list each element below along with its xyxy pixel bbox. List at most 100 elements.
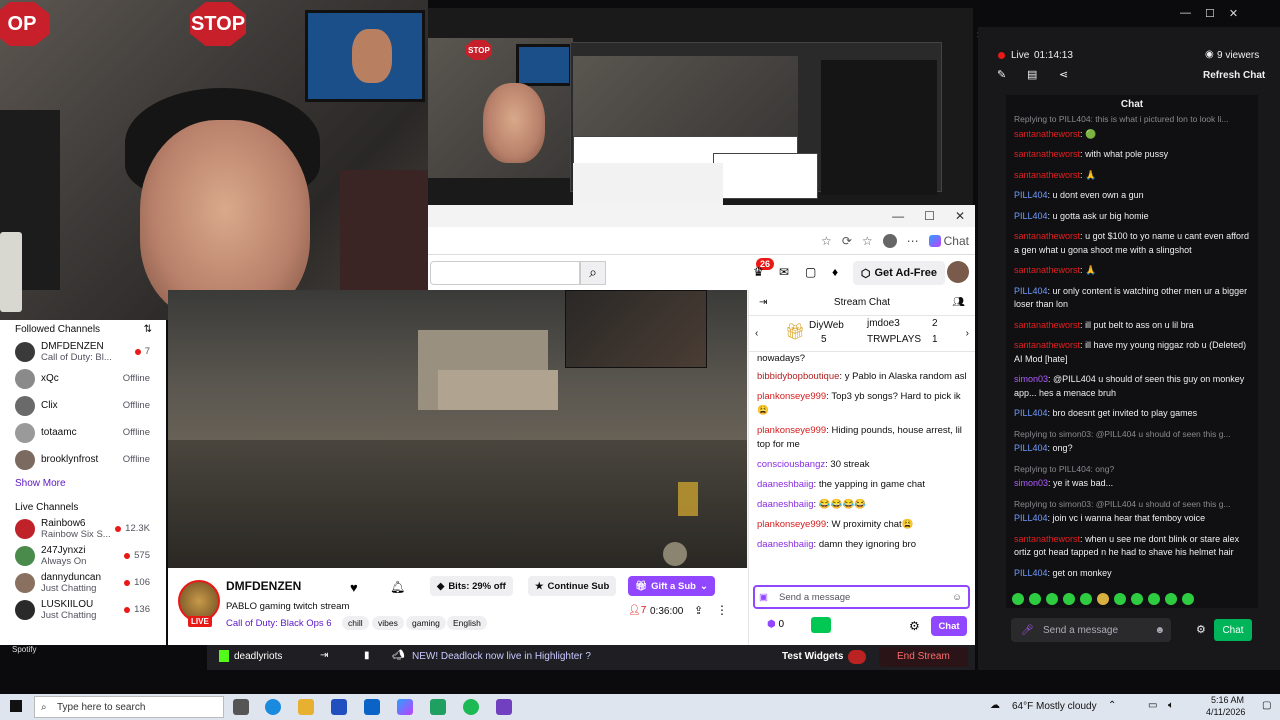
chevron-left-icon[interactable]: ‹: [755, 328, 758, 339]
sidebar-item-live-channel[interactable]: LUSKIILOU Just Chatting 136: [0, 596, 166, 623]
emoji-icon[interactable]: ☺: [952, 592, 962, 603]
collapse-chat-icon[interactable]: ⇥: [759, 297, 767, 308]
bell-icon[interactable]: 🔔︎: [390, 580, 405, 594]
folder-icon[interactable]: ▤: [1027, 68, 1037, 81]
copilot-icon[interactable]: [397, 699, 413, 715]
chat-username[interactable]: santanatheworst: [1014, 265, 1080, 275]
emote-icon[interactable]: [1182, 593, 1194, 605]
bits-button[interactable]: ◆ Bits: 29% off: [430, 576, 513, 596]
chat-username[interactable]: santanatheworst: [1014, 340, 1080, 350]
emote-icon[interactable]: [1063, 593, 1075, 605]
chat-send-button[interactable]: Chat: [1214, 619, 1252, 641]
edge-icon[interactable]: [265, 699, 281, 715]
app-icon[interactable]: [496, 699, 512, 715]
chat-username[interactable]: santanatheworst: [1014, 534, 1080, 544]
heart-icon[interactable]: ♥: [350, 580, 358, 595]
settings-icon[interactable]: ⚙: [909, 619, 920, 633]
sidebar-item-live-channel[interactable]: dannyduncan Just Chatting 106: [0, 569, 166, 596]
emote-icon[interactable]: [1029, 593, 1041, 605]
users-icon[interactable]: 👥︎: [952, 297, 965, 308]
chat-username[interactable]: santanatheworst: [1014, 170, 1080, 180]
sidebar-item-live-channel[interactable]: 247Jynxzi Always On 575: [0, 542, 166, 569]
volume-icon[interactable]: 🔈︎: [1168, 700, 1174, 711]
user-avatar[interactable]: [947, 261, 969, 283]
chat-username[interactable]: PILL404: [1014, 211, 1048, 221]
profile-icon[interactable]: [882, 233, 897, 248]
emote-icon[interactable]: [1080, 593, 1092, 605]
file-explorer-icon[interactable]: [298, 699, 314, 715]
chat-username[interactable]: plankonseye999: [757, 519, 826, 530]
more-icon[interactable]: ⋯: [907, 234, 919, 248]
chat-username[interactable]: consciousbangz: [757, 459, 825, 470]
chat-input[interactable]: 🎤︎ Send a message ☻: [1011, 618, 1171, 642]
star-icon[interactable]: ☆: [821, 234, 832, 248]
sidebar-item-live-channel[interactable]: Rainbow6 Rainbow Six S... 12.3K: [0, 515, 166, 542]
emote-icon[interactable]: [1097, 593, 1109, 605]
tag-vibes[interactable]: vibes: [372, 616, 404, 630]
task-view-icon[interactable]: [233, 699, 249, 715]
inbox-icon[interactable]: ✉: [779, 265, 789, 279]
channel-name[interactable]: DMFDENZEN: [226, 579, 301, 593]
chat-username[interactable]: simon03: [1014, 478, 1048, 488]
favorites-icon[interactable]: ☆: [862, 234, 873, 248]
streamer-name[interactable]: deadlyriots: [234, 651, 282, 662]
weather-text[interactable]: 64°F Mostly cloudy: [1012, 701, 1097, 712]
tag-gaming[interactable]: gaming: [406, 616, 446, 630]
minimize-icon[interactable]: —: [1180, 7, 1191, 20]
emote-icon[interactable]: [1148, 593, 1160, 605]
continue-sub-button[interactable]: ★ Continue Sub: [528, 576, 617, 596]
chat-input[interactable]: ▣ Send a message ☺: [753, 585, 970, 609]
search-icon[interactable]: ⌕: [580, 260, 606, 285]
sidebar-item-followed-channel[interactable]: totaamc Offline: [0, 419, 166, 446]
sidebar-item-followed-channel[interactable]: Clix Offline: [0, 392, 166, 419]
emote-icon[interactable]: [1165, 593, 1177, 605]
show-more-link[interactable]: Show More: [0, 473, 166, 494]
chat-username[interactable]: santanatheworst: [1014, 129, 1080, 139]
more-options-icon[interactable]: ⋮: [716, 603, 728, 617]
address-bar[interactable]: ☆ ⟳ ☆ ⋯ Chat: [428, 227, 975, 255]
search-input[interactable]: [430, 260, 580, 285]
edit-icon[interactable]: ✎: [997, 68, 1006, 81]
emote-icon[interactable]: [1131, 593, 1143, 605]
channel-points[interactable]: ⬢ 0: [767, 619, 784, 630]
tag-english[interactable]: English: [447, 616, 487, 630]
chat-username[interactable]: plankonseye999: [757, 391, 826, 402]
copilot-chat-button[interactable]: Chat: [928, 234, 969, 248]
chat-send-button[interactable]: Chat: [931, 616, 967, 636]
chat-username[interactable]: PILL404: [1014, 190, 1048, 200]
chat-username[interactable]: PILL404: [1014, 443, 1048, 453]
emote-picker-icon[interactable]: ▣: [759, 592, 768, 603]
chat-username[interactable]: santanatheworst: [1014, 231, 1080, 241]
popout-icon[interactable]: ⇥: [320, 650, 328, 661]
notification-icon[interactable]: ▢: [1262, 700, 1271, 711]
clock-time[interactable]: 5:16 AM: [1211, 695, 1244, 705]
stats-icon[interactable]: ▮: [364, 650, 370, 661]
emote-icon[interactable]: [1046, 593, 1058, 605]
maximize-icon[interactable]: ☐: [1205, 7, 1215, 20]
whispers-icon[interactable]: ▢: [805, 265, 816, 279]
test-widgets-button[interactable]: Test Widgets: [782, 651, 843, 662]
end-stream-button[interactable]: End Stream: [879, 647, 968, 667]
chat-username[interactable]: simon03: [1014, 374, 1048, 384]
record-icon[interactable]: [848, 650, 866, 664]
sidebar-item-followed-channel[interactable]: DMFDENZEN Call of Duty: Bl... 7: [0, 338, 166, 365]
refresh-chat-button[interactable]: Refresh Chat: [1203, 70, 1265, 81]
chat-username[interactable]: bibbidybopboutique: [757, 371, 839, 382]
chat-username[interactable]: PILL404: [1014, 568, 1048, 578]
highlighter-notice[interactable]: NEW! Deadlock now live in Highlighter ?: [412, 651, 591, 662]
chat-username[interactable]: PILL404: [1014, 286, 1048, 296]
mic-icon[interactable]: 🎤︎: [1021, 625, 1034, 636]
emoji-icon[interactable]: ☻: [1154, 625, 1165, 636]
share-icon[interactable]: ⇪: [694, 604, 703, 617]
close-icon[interactable]: ✕: [1229, 7, 1238, 20]
settings-icon[interactable]: ⚙: [1196, 623, 1206, 636]
gift-sub-button[interactable]: 🎁︎ Gift a Sub ⌄: [628, 576, 715, 596]
chevron-right-icon[interactable]: ›: [966, 328, 969, 339]
tag-chill[interactable]: chill: [342, 616, 369, 630]
windows-start-icon[interactable]: [10, 700, 22, 712]
taskbar-search[interactable]: ⌕ Type here to search: [34, 696, 224, 718]
chat-username[interactable]: santanatheworst: [1014, 320, 1080, 330]
badge-icon[interactable]: [811, 617, 831, 633]
network-icon[interactable]: ▭: [1148, 700, 1157, 711]
store-icon[interactable]: [331, 699, 347, 715]
